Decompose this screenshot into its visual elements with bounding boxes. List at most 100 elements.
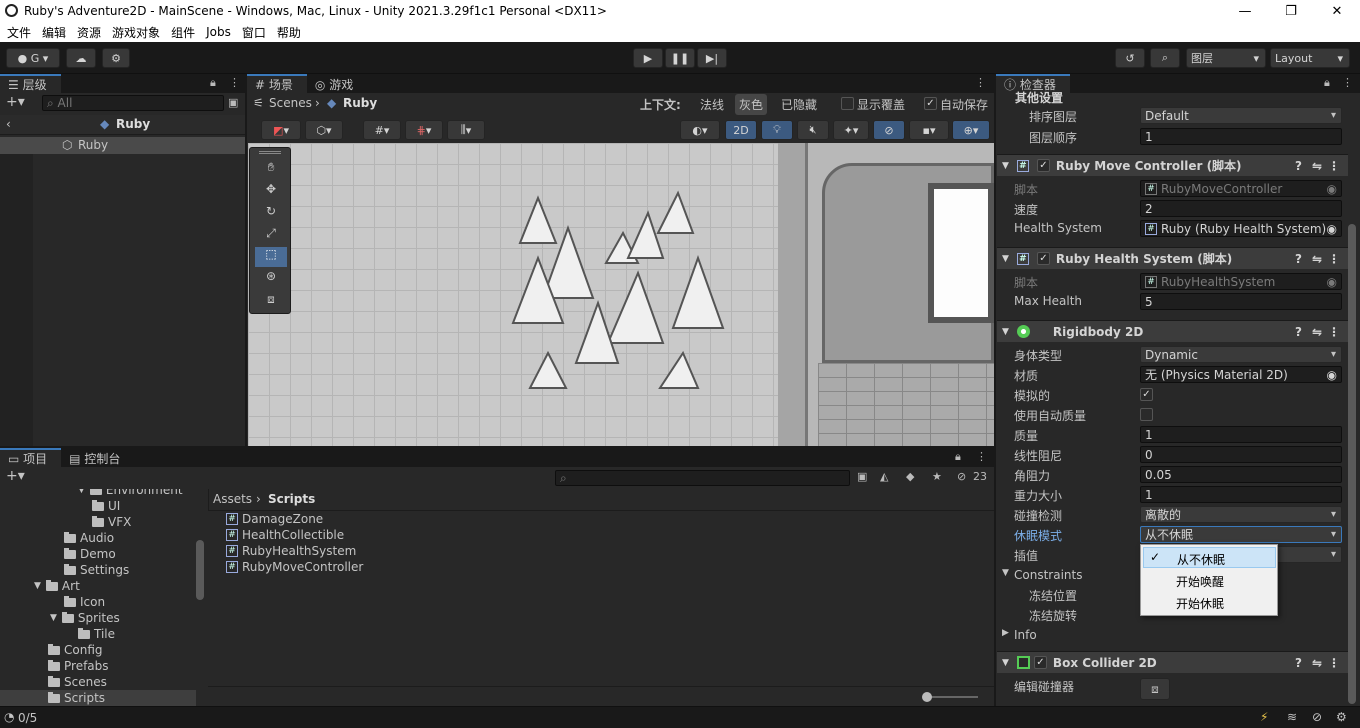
back-arrow-icon[interactable]: ‹ (6, 117, 11, 131)
increment-dropdown[interactable]: ⫼ ▾ (447, 120, 485, 140)
gizmos-dropdown[interactable]: ⊕ ▾ (952, 120, 990, 140)
lighting-button[interactable]: 💡︎ (761, 120, 793, 140)
help-icon[interactable]: ? (1295, 656, 1302, 670)
breadcrumb-scenes[interactable]: Scenes (269, 96, 312, 110)
label-tag-icon[interactable]: ◆ (906, 470, 914, 483)
component-enabled-checkbox[interactable]: ✓ (1036, 159, 1050, 172)
component-enabled-checkbox[interactable]: ✓ (1033, 656, 1047, 669)
draw-mode-dropdown[interactable]: ◩ ▾ (261, 120, 301, 140)
project-search-input[interactable]: ⌕ (555, 470, 850, 486)
custom-tool-icon[interactable]: ⧈ (255, 292, 287, 312)
fold-arrow-icon[interactable]: ▼ (1002, 327, 1009, 337)
folder-tree-item[interactable]: Prefabs (48, 658, 109, 674)
rigidbody-header[interactable]: ▼ Rigidbody 2D ? ⇋ ⋮ (997, 320, 1348, 342)
rotate-tool-icon[interactable]: ↻ (255, 204, 287, 224)
order-in-layer-input[interactable]: 1 (1140, 128, 1342, 145)
popup-option-start-awake[interactable]: 开始唤醒 (1143, 570, 1276, 591)
fold-arrow-icon[interactable]: ▼ (1002, 254, 1009, 264)
folder-tree-item[interactable]: Audio (64, 530, 114, 546)
pause-button[interactable]: ❚❚ (665, 48, 695, 68)
angular-drag-input[interactable]: 0.05 (1140, 466, 1342, 483)
filter-icon[interactable]: ▣ (228, 96, 238, 109)
folder-tree-item[interactable]: Scenes (48, 674, 107, 690)
tab-console[interactable]: ▤ 控制台 (61, 448, 135, 467)
prefab-header[interactable]: ‹ ◆ Ruby (0, 115, 245, 135)
add-icon[interactable]: +▾ (6, 468, 25, 484)
mass-input[interactable]: 1 (1140, 426, 1342, 443)
breadcrumb-ruby[interactable]: Ruby (343, 96, 377, 110)
sleeping-mode-dropdown[interactable]: 从不休眠 (1140, 526, 1342, 543)
list-item[interactable]: # RubyHealthSystem (226, 543, 356, 559)
folder-tree-item[interactable]: Tile (78, 626, 115, 642)
folder-tree-item[interactable]: Scripts (0, 690, 196, 706)
more-menu-icon[interactable]: ⋮ (976, 450, 987, 463)
sort-layer-dropdown[interactable]: Default (1140, 107, 1342, 124)
body-type-dropdown[interactable]: Dynamic (1140, 346, 1342, 363)
menu-component[interactable]: 组件 (171, 24, 195, 41)
mode-normal[interactable]: 法线 (700, 96, 724, 113)
camera-dropdown[interactable]: ▪ ▾ (909, 120, 949, 140)
hierarchy-search-input[interactable]: ⌕ All (42, 95, 224, 111)
snap-dropdown[interactable]: ⋕ ▾ (405, 120, 443, 140)
collision-detection-dropdown[interactable]: 离散的 (1140, 506, 1342, 523)
breadcrumb-assets[interactable]: Assets (213, 492, 252, 506)
auto-mass-checkbox[interactable] (1140, 408, 1153, 421)
fold-arrow-icon[interactable]: ▼ (1002, 161, 1009, 171)
folder-tree-item[interactable]: ▼ Art (34, 578, 80, 594)
rect-tool-icon[interactable]: ⬚ (255, 247, 287, 267)
shading-dropdown[interactable]: ◐ ▾ (680, 120, 720, 140)
icon-size-slider[interactable] (930, 696, 978, 698)
settings-icon[interactable]: ⚙ (1336, 710, 1347, 724)
folder-tree-item[interactable]: ▼ Environment (78, 489, 183, 498)
step-button[interactable]: ▶| (697, 48, 727, 68)
move-tool-icon[interactable]: ✥ (255, 182, 287, 202)
visibility-button[interactable]: ⊘ (873, 120, 905, 140)
more-menu-icon[interactable]: ⋮ (1328, 159, 1340, 173)
folder-tree-item[interactable]: Demo (64, 546, 116, 562)
folder-tree-item[interactable]: VFX (92, 514, 131, 530)
effects-dropdown[interactable]: ✦ ▾ (833, 120, 869, 140)
tree-scrollbar[interactable] (196, 540, 204, 600)
component-enabled-checkbox[interactable]: ✓ (1036, 252, 1050, 265)
move-controller-header[interactable]: ▼ # ✓ Ruby Move Controller (脚本) ? ⇋ ⋮ (997, 154, 1348, 176)
audio-button[interactable]: 🔇︎ (797, 120, 829, 140)
folder-tree-item[interactable]: Icon (64, 594, 105, 610)
icon-size-slider-thumb[interactable] (922, 692, 932, 702)
filter-type-icon[interactable]: ◭ (880, 470, 888, 483)
preset-icon[interactable]: ⇋ (1312, 656, 1322, 670)
info-foldout[interactable]: Info (1014, 628, 1037, 642)
menu-file[interactable]: 文件 (7, 24, 31, 41)
grid-snap-dropdown[interactable]: # ▾ (363, 120, 401, 140)
folder-tree-item[interactable]: UI (92, 498, 120, 514)
mode-gray[interactable]: 灰色 (735, 94, 768, 115)
add-icon[interactable]: +▾ (6, 94, 25, 110)
no-debug-icon[interactable]: ⊘ (1312, 710, 1322, 724)
box-collider-header[interactable]: ▼ ✓ Box Collider 2D ? ⇋ ⋮ (997, 651, 1348, 673)
render-mode-dropdown[interactable]: ⬡ ▾ (305, 120, 343, 140)
preset-icon[interactable]: ⇋ (1312, 252, 1322, 266)
more-menu-icon[interactable]: ⋮ (1328, 325, 1340, 339)
menu-gameobject[interactable]: 游戏对象 (112, 24, 160, 41)
minimize-button[interactable]: — (1222, 0, 1268, 22)
constraints-foldout[interactable]: Constraints (1014, 568, 1082, 582)
scale-tool-icon[interactable]: ⤢ (255, 226, 287, 246)
fold-arrow-icon[interactable]: ▼ (34, 581, 41, 591)
toggle-2d-button[interactable]: 2D (725, 120, 757, 140)
tab-scene[interactable]: # 场景 (247, 74, 307, 93)
tab-project[interactable]: ▭ 项目 (0, 448, 62, 467)
help-icon[interactable]: ? (1295, 159, 1302, 173)
hand-tool-icon[interactable]: ✋︎ (255, 160, 287, 180)
object-picker-icon[interactable]: ◉ (1327, 275, 1337, 289)
cloud-button[interactable]: ☁ (66, 48, 96, 68)
collab-button[interactable]: ⚙ (102, 48, 130, 68)
account-dropdown[interactable]: ● G ▾ (6, 48, 60, 68)
preset-icon[interactable]: ⇋ (1312, 325, 1322, 339)
more-menu-icon[interactable]: ⋮ (975, 76, 986, 89)
lock-icon[interactable]: 🔒︎ (210, 76, 216, 90)
tab-game[interactable]: ◎ 游戏 (306, 74, 368, 93)
gravity-scale-input[interactable]: 1 (1140, 486, 1342, 503)
more-menu-icon[interactable]: ⋮ (1342, 76, 1353, 89)
hidden-eye-icon[interactable]: ⊘ (957, 470, 966, 483)
history-button[interactable]: ↺ (1115, 48, 1145, 68)
transform-tool-icon[interactable]: ⊛ (255, 269, 287, 289)
